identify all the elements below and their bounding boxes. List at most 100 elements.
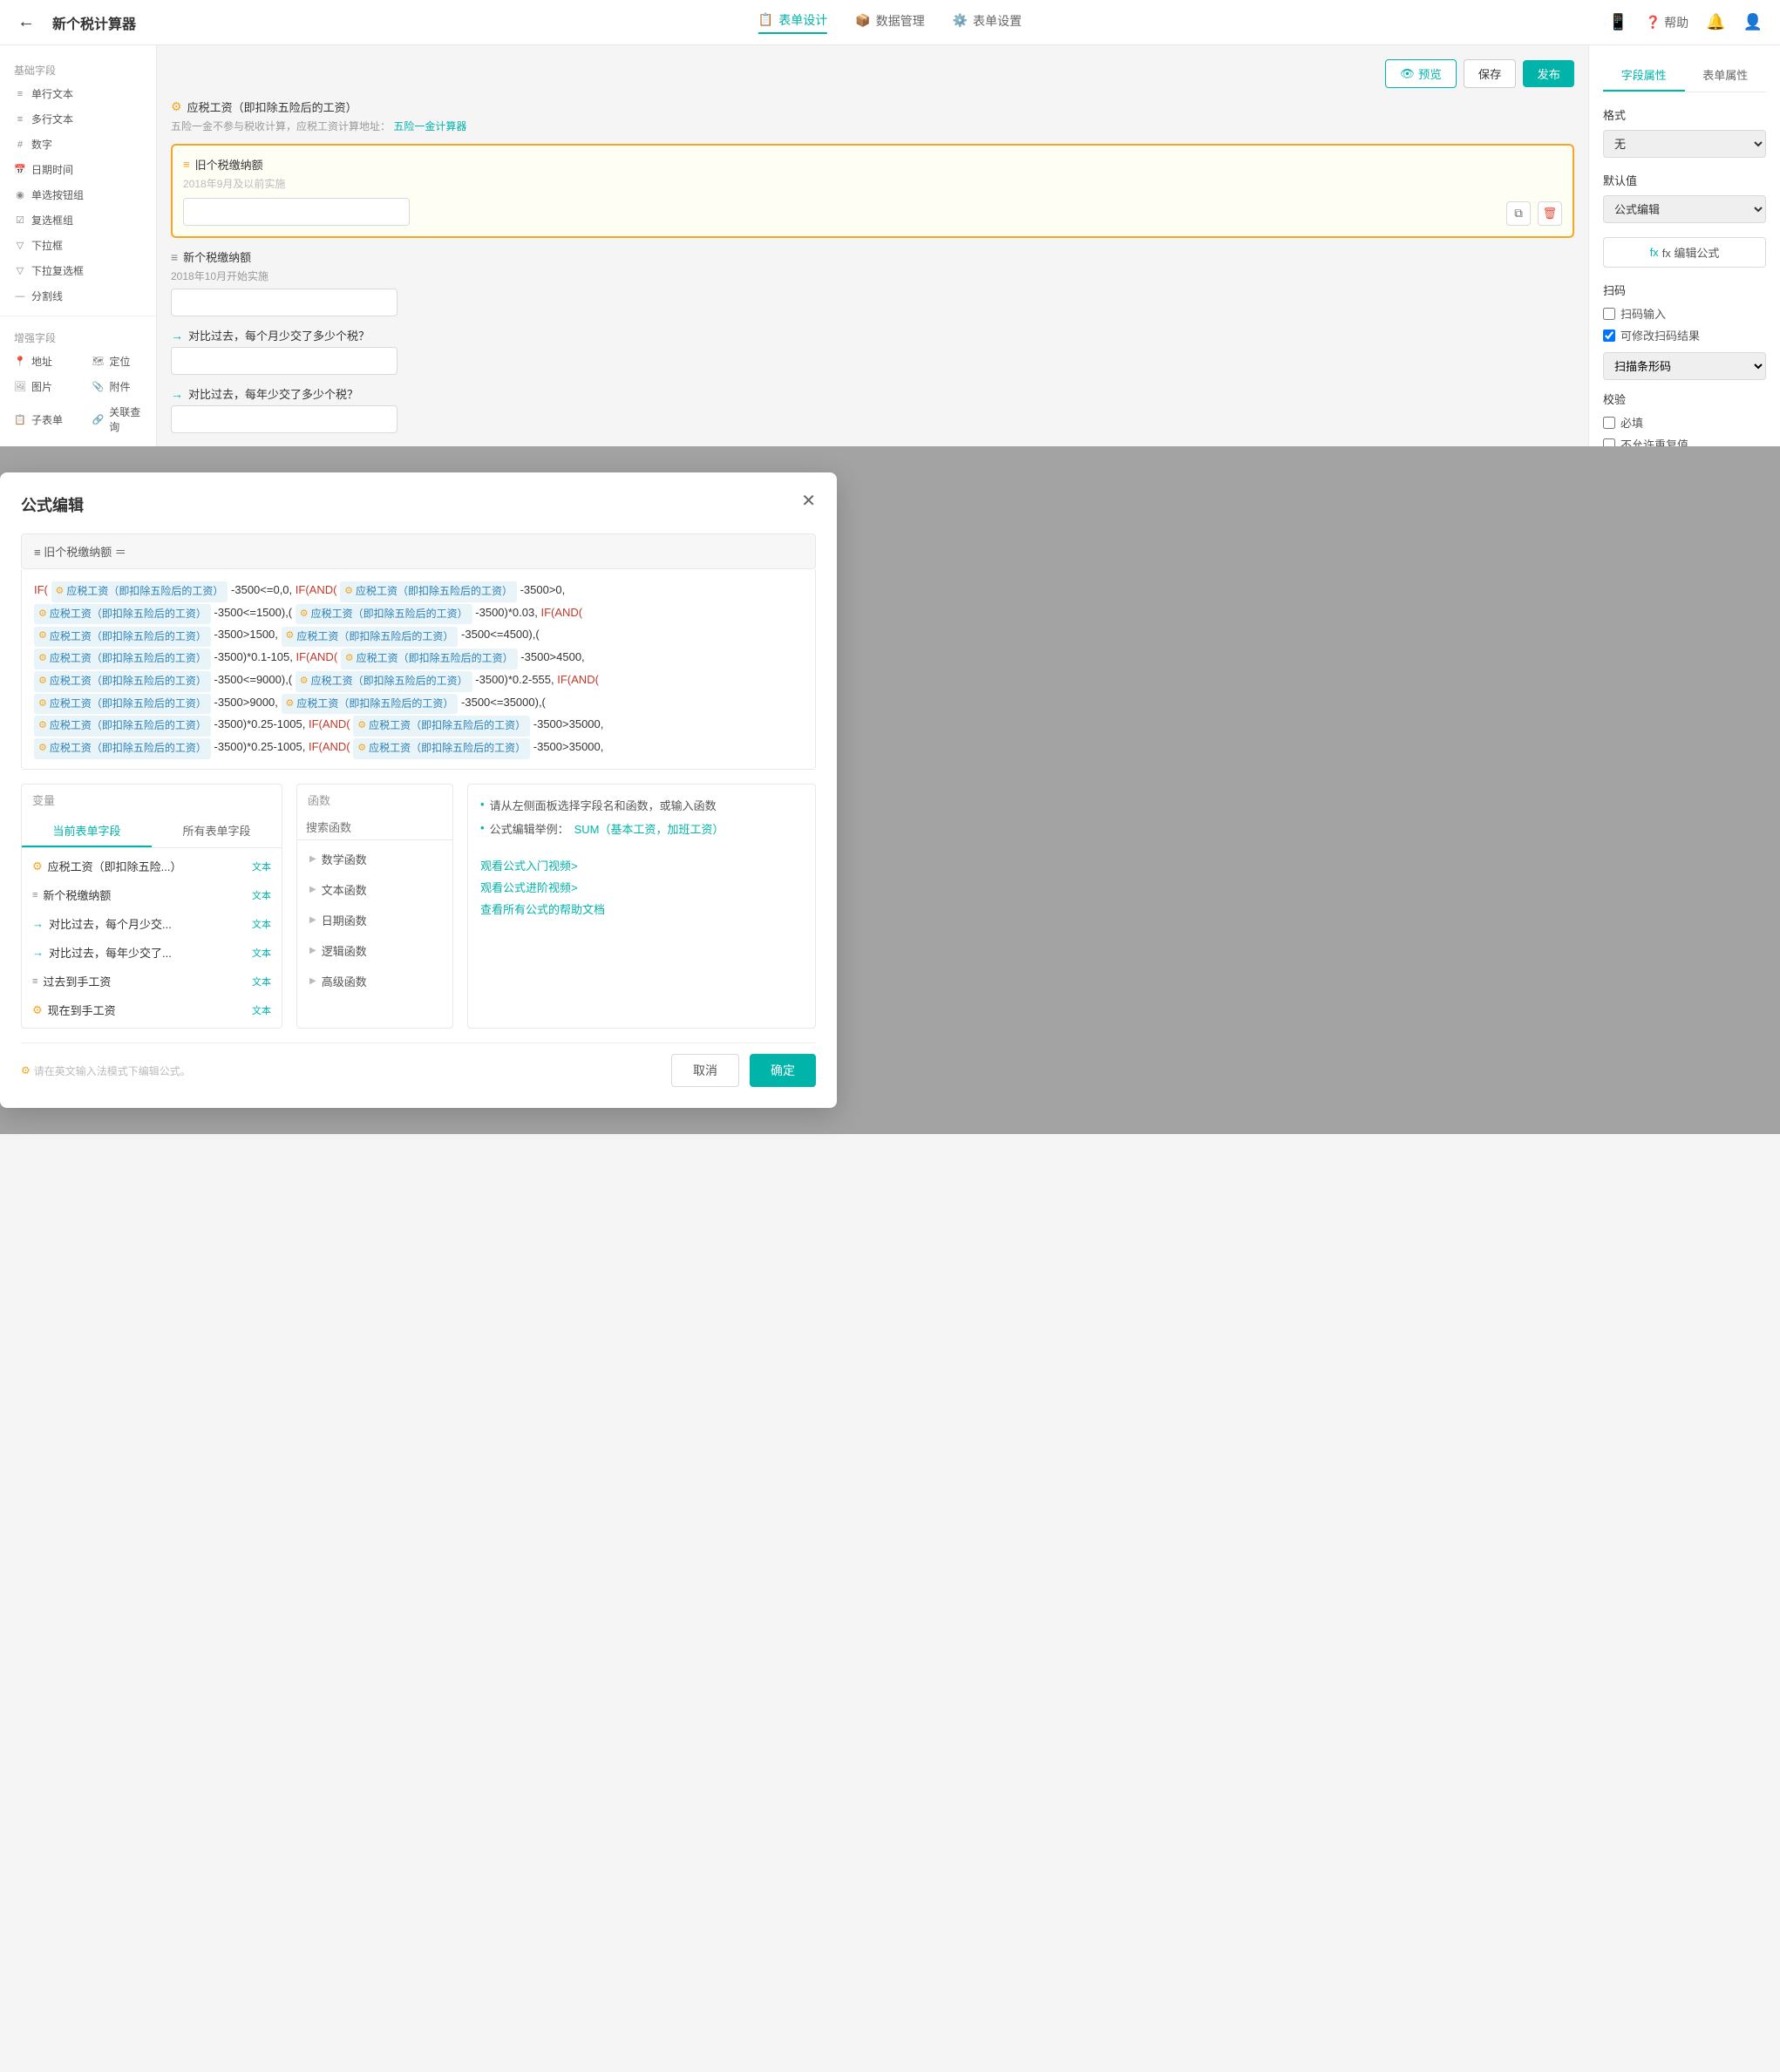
- sidebar-item-number[interactable]: # 数字: [0, 132, 156, 157]
- multi-text-icon: ≡: [14, 113, 26, 126]
- old-tax-input[interactable]: [183, 198, 410, 226]
- confirm-button[interactable]: 确定: [750, 1054, 816, 1087]
- fns-search-input[interactable]: [306, 821, 453, 834]
- tab-form-props[interactable]: 表单属性: [1685, 59, 1767, 92]
- sidebar-item-location[interactable]: 🗺 定位: [78, 349, 157, 374]
- preview-button[interactable]: 👁 预览: [1385, 59, 1457, 88]
- sidebar-item-address[interactable]: 📍 地址: [0, 349, 78, 374]
- delete-button[interactable]: 🗑: [1538, 201, 1562, 226]
- sidebar-item-divider[interactable]: — 分割线: [0, 283, 156, 309]
- kw-if-and-4: IF(AND(: [557, 673, 599, 686]
- sidebar-item-multi-dropdown[interactable]: ▽ 下拉复选框: [0, 258, 156, 283]
- notification-icon[interactable]: 🔔: [1706, 13, 1725, 31]
- formula-text-6: -3500<=4500),(: [461, 628, 540, 641]
- no-dup-checkbox[interactable]: [1603, 438, 1615, 447]
- new-tax-input[interactable]: [171, 289, 397, 316]
- vars-item-5[interactable]: ⚙ 现在到手工资 文本: [22, 995, 282, 1024]
- field-ref-12[interactable]: ⚙应税工资（即扣除五险后的工资）: [282, 694, 459, 715]
- field-ref-10[interactable]: ⚙应税工资（即扣除五险后的工资）: [296, 671, 472, 692]
- sidebar-item-relation-query[interactable]: 🔗 关联查询: [78, 399, 157, 439]
- nav-data-manage[interactable]: 📦 数据管理: [855, 12, 924, 33]
- scan-title: 扫码: [1603, 282, 1766, 298]
- fns-item-text[interactable]: ▶ 文本函数: [297, 874, 452, 905]
- sidebar-item-image[interactable]: 🖼 图片: [0, 374, 78, 399]
- vars-item-2[interactable]: → 对比过去，每个月少交... 文本: [22, 909, 282, 938]
- taxable-income-desc: 五险一金不参与税收计算，应税工资计算地址： 五险一金计算器: [171, 119, 1574, 133]
- scan-modify-checkbox[interactable]: [1603, 329, 1615, 342]
- sidebar-item-dropdown[interactable]: ▽ 下拉框: [0, 233, 156, 258]
- sidebar-item-checkbox-group[interactable]: ☑ 复选框组: [0, 207, 156, 233]
- field-ref-2[interactable]: ⚙应税工资（即扣除五险后的工资）: [340, 581, 517, 602]
- scan-type-select[interactable]: 扫描条形码: [1603, 352, 1766, 380]
- copy-button[interactable]: ⧉: [1506, 201, 1531, 226]
- vars-tab-current[interactable]: 当前表单字段: [22, 815, 152, 847]
- default-select[interactable]: 公式编辑: [1603, 195, 1766, 223]
- vars-item-1[interactable]: ≡ 新个税缴纳额 文本: [22, 880, 282, 909]
- tab-field-props[interactable]: 字段属性: [1603, 59, 1685, 92]
- save-button[interactable]: 保存: [1464, 59, 1517, 88]
- formula-body[interactable]: IF( ⚙应税工资（即扣除五险后的工资） -3500<=0,0, IF(AND(…: [21, 569, 816, 770]
- field-ref-9[interactable]: ⚙应税工资（即扣除五险后的工资）: [34, 671, 211, 692]
- kw-if-and-2: IF(AND(: [540, 606, 582, 619]
- fns-item-math[interactable]: ▶ 数学函数: [297, 844, 452, 874]
- field-ref-1[interactable]: ⚙应税工资（即扣除五险后的工资）: [51, 581, 228, 602]
- form-settings-icon: ⚙️: [953, 13, 968, 28]
- sidebar-item-radio[interactable]: ◉ 单选按钮组: [0, 182, 156, 207]
- formula-text-5: -3500>1500,: [214, 628, 278, 641]
- field-ref-11[interactable]: ⚙应税工资（即扣除五险后的工资）: [34, 694, 211, 715]
- vars-item-0[interactable]: ⚙ 应税工资（即扣除五险...） 文本: [22, 852, 282, 880]
- field-ref-16[interactable]: ⚙应税工资（即扣除五险后的工资）: [353, 738, 530, 759]
- field-ref-3[interactable]: ⚙应税工资（即扣除五险后的工资）: [34, 604, 211, 625]
- nav-form-design[interactable]: 📋 表单设计: [758, 11, 827, 34]
- help-button[interactable]: ❓ 帮助: [1646, 14, 1688, 31]
- help-link-2[interactable]: 查看所有公式的帮助文档: [480, 900, 803, 917]
- help-link-1[interactable]: 观看公式进阶视频>: [480, 879, 803, 895]
- vars-item-4[interactable]: ≡ 过去到手工资 文本: [22, 967, 282, 995]
- vars-item-3[interactable]: → 对比过去，每年少交了... 文本: [22, 938, 282, 967]
- help-link-0[interactable]: 观看公式入门视频>: [480, 857, 803, 873]
- sidebar-item-relation-data[interactable]: 🔗 关联数据: [0, 439, 78, 446]
- sidebar-item-attachment[interactable]: 📎 附件: [78, 374, 157, 399]
- sidebar-item-signature[interactable]: ✏ 手写签名: [78, 439, 157, 446]
- field-ref-15[interactable]: ⚙应税工资（即扣除五险后的工资）: [34, 738, 211, 759]
- field-gear-icon-15: ⚙: [38, 740, 47, 757]
- formula-text-3: -3500<=1500),(: [214, 606, 293, 619]
- formula-text-12: -3500<=35000),(: [461, 696, 546, 709]
- formula-line-7: ⚙应税工资（即扣除五险后的工资） -3500)*0.25-1005, IF(AN…: [34, 714, 803, 737]
- field-ref-6[interactable]: ⚙应税工资（即扣除五险后的工资）: [282, 627, 459, 648]
- modal-close-button[interactable]: ✕: [801, 490, 816, 512]
- field-ref-14[interactable]: ⚙应税工资（即扣除五险后的工资）: [353, 716, 530, 737]
- compare-yearly-input[interactable]: [171, 405, 397, 433]
- field-ref-13[interactable]: ⚙应税工资（即扣除五险后的工资）: [34, 716, 211, 737]
- compare-monthly-input[interactable]: [171, 347, 397, 375]
- field-ref-5[interactable]: ⚙应税工资（即扣除五险后的工资）: [34, 627, 211, 648]
- sidebar-item-multi-text[interactable]: ≡ 多行文本: [0, 106, 156, 132]
- publish-button[interactable]: 发布: [1523, 60, 1574, 87]
- cancel-button[interactable]: 取消: [671, 1054, 739, 1087]
- edit-formula-button[interactable]: fx fx 编辑公式: [1603, 237, 1766, 268]
- scan-input-checkbox[interactable]: [1603, 308, 1615, 320]
- taxable-income-link[interactable]: 五险一金计算器: [393, 120, 466, 132]
- sidebar-item-single-text[interactable]: ≡ 单行文本: [0, 81, 156, 106]
- field-gear-icon-6: ⚙: [286, 628, 295, 645]
- fns-item-advanced[interactable]: ▶ 高级函数: [297, 966, 452, 996]
- fns-item-date[interactable]: ▶ 日期函数: [297, 905, 452, 935]
- formula-text-8: -3500>4500,: [520, 650, 584, 663]
- vi-icon-eq-4: ≡: [32, 976, 37, 987]
- nav-form-settings[interactable]: ⚙️ 表单设置: [953, 12, 1022, 33]
- field-ref-7[interactable]: ⚙应税工资（即扣除五险后的工资）: [34, 649, 211, 669]
- required-checkbox[interactable]: [1603, 417, 1615, 429]
- vars-tab-all[interactable]: 所有表单字段: [152, 815, 282, 847]
- format-select[interactable]: 无: [1603, 130, 1766, 158]
- field-ref-8[interactable]: ⚙应税工资（即扣除五险后的工资）: [341, 649, 518, 669]
- app-title: 新个税计算器: [52, 12, 136, 33]
- back-button[interactable]: ←: [17, 12, 38, 32]
- field-gear-icon-9: ⚙: [38, 673, 47, 690]
- formula-header: ≡ 旧个税缴纳额 ＝: [21, 533, 816, 569]
- field-gear-icon-13: ⚙: [38, 717, 47, 735]
- sidebar-item-datetime[interactable]: 📅 日期时间: [0, 157, 156, 182]
- field-ref-4[interactable]: ⚙应税工资（即扣除五险后的工资）: [296, 604, 472, 625]
- sidebar-item-subform[interactable]: 📋 子表单: [0, 399, 78, 439]
- user-icon[interactable]: 👤: [1743, 13, 1763, 31]
- fns-item-logic[interactable]: ▶ 逻辑函数: [297, 935, 452, 966]
